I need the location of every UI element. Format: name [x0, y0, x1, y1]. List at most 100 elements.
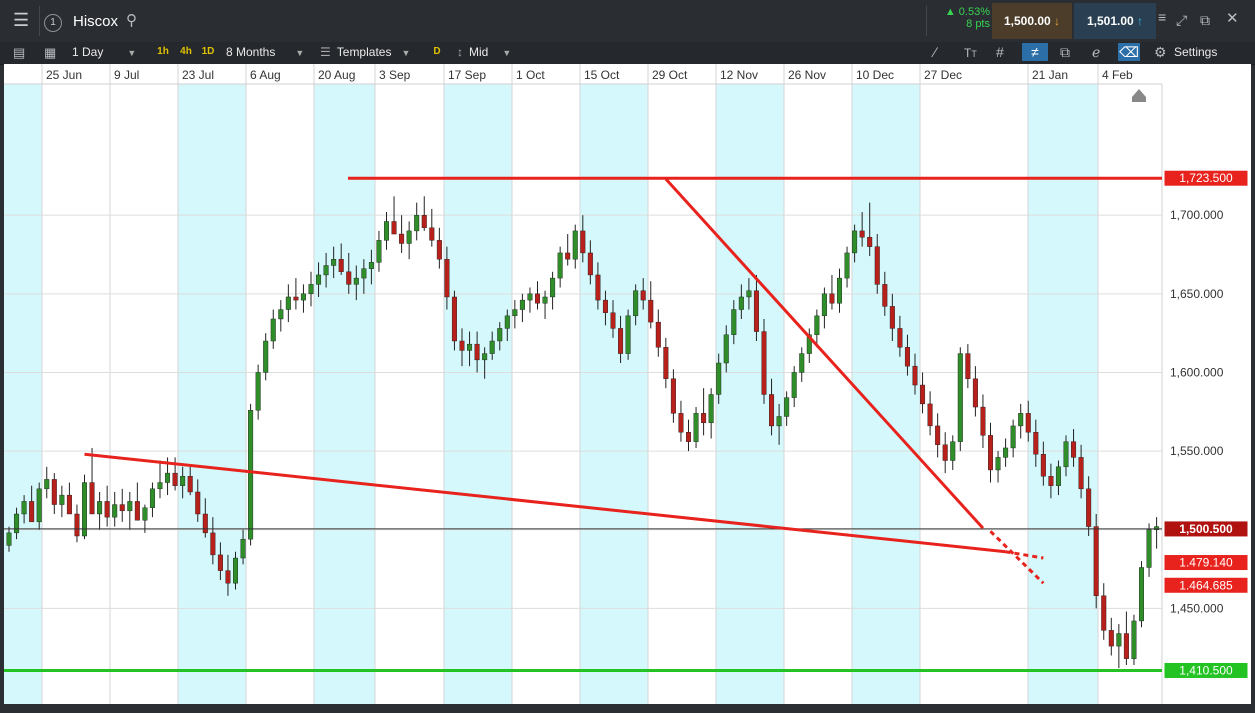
- list-icon[interactable]: ▤: [13, 46, 25, 60]
- x-tick-label: 27 Dec: [924, 68, 962, 82]
- candle-body: [180, 476, 186, 486]
- down-arrow-icon: ↓: [1054, 14, 1061, 28]
- scroll-to-latest-icon[interactable]: [1132, 89, 1146, 102]
- candle-body: [957, 353, 963, 442]
- layout-icon[interactable]: ▦: [44, 46, 56, 60]
- level-label: 1,410.500: [1179, 663, 1233, 677]
- candle-body: [670, 378, 676, 414]
- candle-body: [1010, 425, 1016, 449]
- chevron-down-icon: ▼: [295, 48, 305, 58]
- candle-body: [14, 513, 20, 534]
- candle-body: [81, 482, 87, 537]
- eraser-icon[interactable]: ⌫: [1118, 43, 1140, 61]
- candle-body: [927, 403, 933, 427]
- level-label: 1,723.500: [1179, 171, 1233, 185]
- candle-body: [655, 321, 661, 348]
- candle-body: [550, 277, 556, 298]
- candle-body: [323, 265, 329, 276]
- indicator-icon[interactable]: ℯ: [1092, 45, 1100, 59]
- candle-body: [610, 312, 616, 329]
- quick-1d-button[interactable]: 1D: [200, 44, 216, 60]
- sell-price-button[interactable]: 1,500.00 ↓: [992, 3, 1072, 39]
- d-badge[interactable]: D: [429, 44, 445, 60]
- fibonacci-icon[interactable]: ≠: [1022, 43, 1048, 61]
- candle-body: [701, 413, 707, 423]
- candle-body: [572, 230, 578, 260]
- symbol-search[interactable]: Hiscox ⚲: [66, 9, 926, 35]
- candle-body: [625, 315, 631, 354]
- grid-icon[interactable]: #: [996, 45, 1004, 59]
- x-tick-label: 10 Dec: [856, 68, 894, 82]
- candle-body: [1063, 441, 1069, 468]
- chevron-down-icon: ▼: [127, 48, 137, 58]
- candle-body: [399, 233, 405, 244]
- candle-body: [6, 532, 12, 546]
- candle-body: [157, 482, 163, 490]
- candle-body: [29, 501, 35, 523]
- candle-body: [1025, 413, 1031, 433]
- text-tool-icon[interactable]: TT: [964, 46, 977, 61]
- x-tick-label: 9 Jul: [114, 68, 139, 82]
- candle-body: [376, 240, 382, 263]
- search-icon[interactable]: ⚲: [126, 13, 137, 28]
- candle-body: [1048, 476, 1054, 486]
- shaded-period-band: [178, 84, 246, 704]
- trend-line[interactable]: [664, 178, 985, 530]
- candle-body: [527, 293, 533, 301]
- candle-body: [829, 293, 835, 304]
- price-mode-select[interactable]: ↕ Mid ▼: [457, 44, 523, 61]
- quick-4h-button[interactable]: 4h: [178, 44, 194, 60]
- candle-body: [1123, 633, 1129, 659]
- candle-body: [384, 221, 390, 241]
- candle-body: [51, 479, 57, 505]
- x-tick-label: 21 Jan: [1032, 68, 1068, 82]
- candle-body: [686, 432, 692, 442]
- candle-body: [21, 501, 27, 515]
- candle-body: [300, 293, 306, 301]
- candle-body: [293, 296, 299, 301]
- popout-icon[interactable]: ⧉: [1200, 13, 1210, 27]
- candle-body: [195, 491, 201, 515]
- settings-button[interactable]: Settings: [1174, 44, 1217, 61]
- y-tick-label: 1,700.000: [1170, 208, 1224, 222]
- candle-body: [97, 501, 103, 515]
- candle-body: [263, 340, 269, 373]
- range-select[interactable]: 8 Months ▼: [226, 44, 312, 61]
- candle-body: [59, 494, 65, 505]
- candle-body: [474, 343, 480, 361]
- candle-body: [920, 384, 926, 405]
- change-points: 8 pts: [966, 18, 990, 30]
- candle-body: [784, 397, 790, 417]
- chevron-down-icon: ▼: [502, 48, 512, 58]
- quick-1h-button[interactable]: 1h: [155, 44, 171, 60]
- draw-line-icon[interactable]: ∕: [934, 45, 936, 59]
- templates-select[interactable]: ☰ Templates ▼: [320, 44, 430, 61]
- candle-body: [731, 309, 737, 335]
- candle-body: [414, 214, 420, 232]
- gear-icon[interactable]: ⚙: [1154, 45, 1167, 59]
- expand-icon[interactable]: ⤢: [1176, 13, 1187, 27]
- close-icon[interactable]: ✕: [1226, 11, 1239, 26]
- candle-body: [361, 268, 367, 279]
- duplicate-icon[interactable]: ⧉: [1060, 45, 1070, 59]
- interval-select[interactable]: 1 Day ▼: [72, 44, 150, 61]
- menu-icon[interactable]: ☰: [13, 11, 29, 29]
- price-chart[interactable]: 25 Jun 9 Jul 23 Jul 6 Aug 20 Aug 3 Sep 17 Sep 1…: [4, 64, 1251, 704]
- candle-body: [202, 513, 208, 534]
- candle-body: [897, 328, 903, 348]
- candle-body: [1093, 526, 1099, 596]
- candle-body: [708, 394, 714, 423]
- candle-body: [633, 290, 639, 317]
- drag-handle-icon[interactable]: ≡: [1158, 10, 1166, 24]
- candle-body: [467, 343, 473, 351]
- candle-body: [225, 570, 231, 584]
- candle-body: [950, 441, 956, 461]
- candle-body: [821, 293, 827, 317]
- candle-body: [1078, 457, 1084, 490]
- candle-body: [723, 334, 729, 364]
- candle-body: [134, 501, 140, 521]
- buy-price-button[interactable]: 1,501.00 ↑: [1074, 3, 1156, 39]
- window-number-icon[interactable]: 1: [44, 14, 62, 32]
- chart-area[interactable]: 25 Jun 9 Jul 23 Jul 6 Aug 20 Aug 3 Sep 17 Sep 1…: [4, 64, 1251, 704]
- candle-body: [172, 472, 178, 486]
